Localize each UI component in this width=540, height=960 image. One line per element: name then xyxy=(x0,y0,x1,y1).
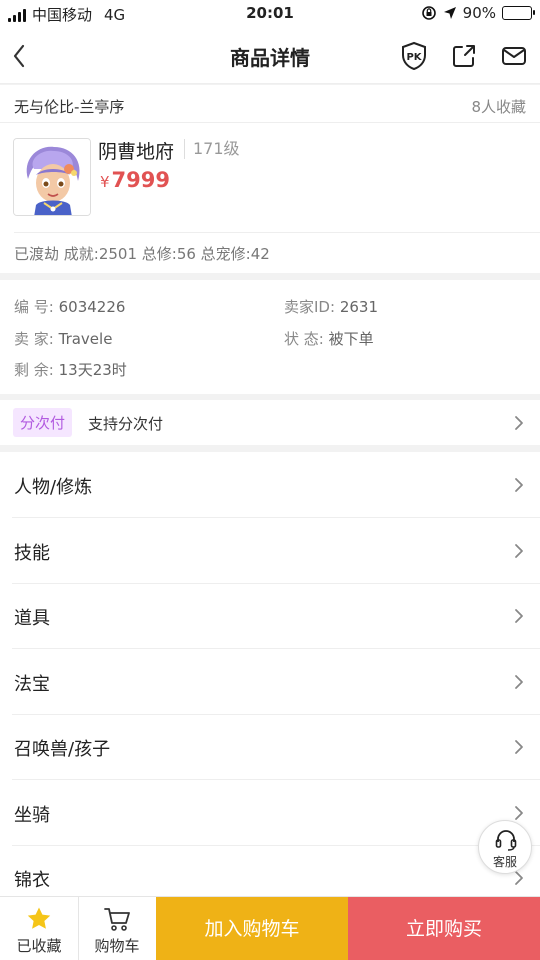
cart-label: 购物车 xyxy=(94,937,140,955)
item-level: 171级 xyxy=(184,139,240,159)
star-icon xyxy=(27,907,51,929)
status-label: 状 态: xyxy=(284,330,324,348)
headset-icon xyxy=(495,830,517,851)
item-name: 阴曹地府 xyxy=(98,141,175,163)
chevron-right-icon xyxy=(515,740,523,754)
add-to-cart-button[interactable]: 加入购物车 xyxy=(156,897,348,960)
battery-icon xyxy=(502,6,535,20)
favorite-label: 已收藏 xyxy=(16,937,62,955)
item-id-value: 6034226 xyxy=(58,298,126,316)
remaining-time: 剩 余: 13天23时 xyxy=(14,359,127,380)
currency-symbol: ¥ xyxy=(100,173,110,191)
share-icon[interactable] xyxy=(448,40,480,72)
message-icon[interactable] xyxy=(498,40,530,72)
seller: 卖 家: Travele xyxy=(14,328,112,349)
installment-row[interactable]: 分次付 支持分次付 xyxy=(0,400,540,445)
chevron-right-icon xyxy=(515,416,523,430)
customer-service-button[interactable]: 客服 xyxy=(478,820,532,874)
nav-bar: 商品详情 PK xyxy=(0,28,540,84)
favorite-count: 8人收藏 xyxy=(471,98,526,116)
menu-item-treasures[interactable]: 法宝 xyxy=(0,649,540,715)
server-row: 无与伦比-兰亭序 8人收藏 xyxy=(0,85,540,123)
seller-value: Travele xyxy=(58,330,113,348)
cart-button[interactable]: 购物车 xyxy=(78,897,156,960)
menu-item-items[interactable]: 道具 xyxy=(0,583,540,649)
menu-item-label: 技能 xyxy=(14,543,50,564)
chevron-right-icon xyxy=(515,544,523,558)
status-value: 被下单 xyxy=(328,330,374,348)
server-name: 无与伦比-兰亭序 xyxy=(14,98,125,116)
order-status: 状 态: 被下单 xyxy=(284,328,374,349)
installment-tag: 分次付 xyxy=(13,408,73,437)
installment-text: 支持分次付 xyxy=(88,415,164,433)
menu-item-character[interactable]: 人物/修炼 xyxy=(0,452,540,518)
customer-service-label: 客服 xyxy=(492,855,517,869)
favorite-button[interactable]: 已收藏 xyxy=(0,897,78,960)
menu-item-summons[interactable]: 召唤兽/孩子 xyxy=(0,714,540,780)
chevron-right-icon xyxy=(515,609,523,623)
chevron-right-icon xyxy=(515,675,523,689)
seller-label: 卖 家: xyxy=(14,330,54,348)
menu-item-label: 人物/修炼 xyxy=(14,477,93,498)
menu-item-label: 锦衣 xyxy=(14,870,50,891)
divider xyxy=(14,232,540,233)
character-avatar[interactable] xyxy=(13,138,91,216)
item-price: ¥7999 xyxy=(100,168,170,192)
seller-id: 卖家ID: 2631 xyxy=(284,296,378,317)
orientation-lock-icon xyxy=(421,6,436,20)
svg-text:PK: PK xyxy=(406,52,422,63)
trade-info: 编 号: 6034226 卖家ID: 2631 卖 家: Travele 状 态… xyxy=(0,280,540,394)
menu-item-label: 坐骑 xyxy=(14,805,50,826)
bottom-action-bar: 已收藏 购物车 加入购物车 立即购买 xyxy=(0,896,540,960)
detail-menu: 人物/修炼 技能 道具 法宝 召唤兽/孩子 坐骑 锦衣 xyxy=(0,452,540,896)
menu-item-label: 道具 xyxy=(14,608,50,629)
buy-now-button[interactable]: 立即购买 xyxy=(348,897,540,960)
chevron-right-icon xyxy=(515,478,523,492)
shopping-cart-icon xyxy=(104,908,130,931)
pk-compare-icon[interactable]: PK xyxy=(398,40,430,72)
remaining-label: 剩 余: xyxy=(14,361,54,379)
status-right: 90% xyxy=(421,4,535,22)
menu-item-label: 召唤兽/孩子 xyxy=(14,739,111,760)
item-id: 编 号: 6034226 xyxy=(14,296,125,317)
back-icon[interactable] xyxy=(8,38,44,74)
chevron-right-icon xyxy=(515,806,523,820)
location-icon xyxy=(443,7,456,19)
character-portrait-image xyxy=(14,139,90,215)
item-id-label: 编 号: xyxy=(14,298,54,316)
menu-item-skills[interactable]: 技能 xyxy=(0,518,540,584)
battery-percent: 90% xyxy=(462,4,496,22)
item-stats: 已渡劫 成就:2501 总修:56 总宠修:42 xyxy=(14,245,270,263)
chevron-right-icon xyxy=(515,871,523,885)
menu-item-label: 法宝 xyxy=(14,674,50,695)
remaining-value: 13天23时 xyxy=(58,361,127,379)
seller-id-value: 2631 xyxy=(339,298,378,316)
menu-item-mounts[interactable]: 坐骑 xyxy=(0,780,540,846)
price-value: 7999 xyxy=(111,168,170,192)
item-card: 阴曹地府 171级 ¥7999 已渡劫 成就:2501 总修:56 总宠修:42 xyxy=(0,123,540,273)
status-bar: 中国移动 4G 20:01 90% xyxy=(0,0,540,28)
seller-id-label: 卖家ID: xyxy=(284,298,336,316)
